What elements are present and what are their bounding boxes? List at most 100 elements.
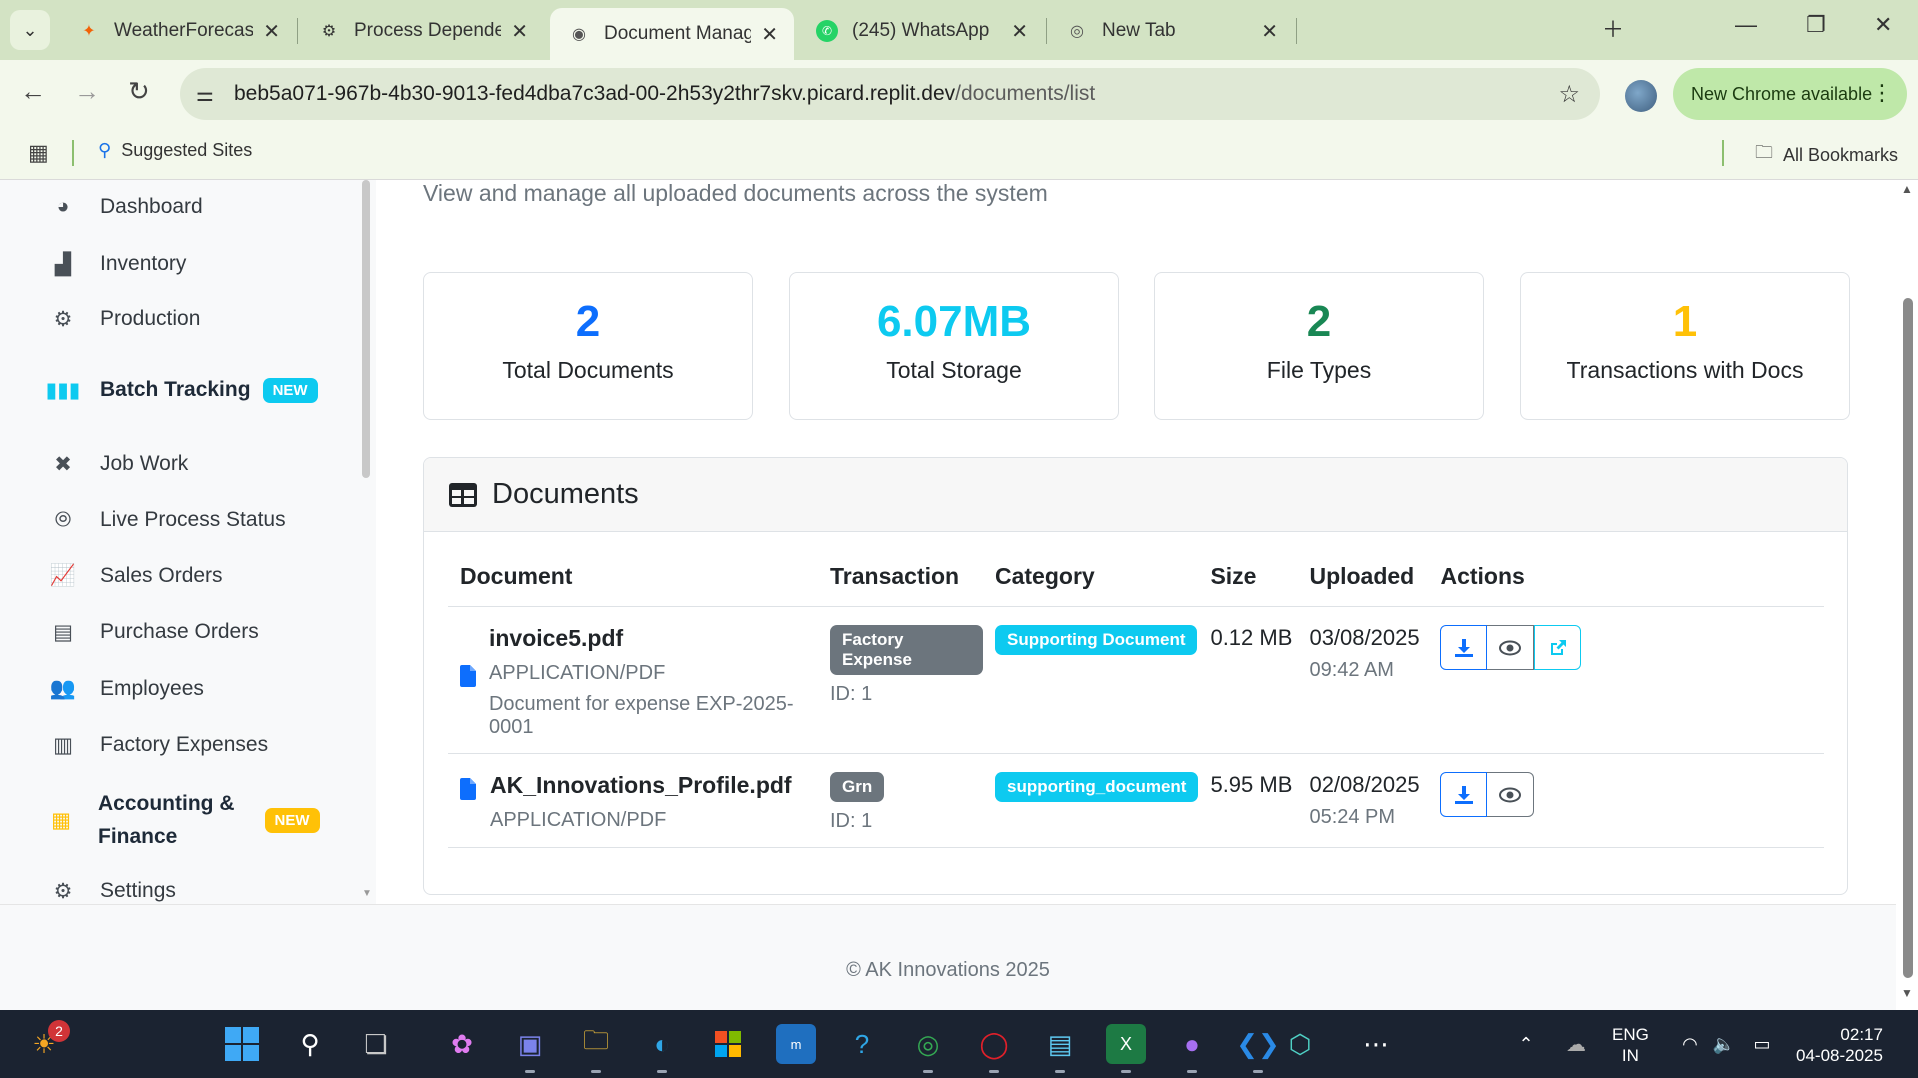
chrome-update-button[interactable]: New Chrome available ⋮: [1673, 68, 1907, 120]
tab-process-dependencies[interactable]: ⚙ Process Dependencies O ✕: [300, 8, 544, 54]
stat-card-file-types: 2 File Types: [1154, 272, 1484, 420]
close-icon[interactable]: ✕: [263, 19, 280, 44]
sidebar-item-label: Purchase Orders: [100, 620, 259, 643]
column-header[interactable]: Transaction: [818, 563, 983, 607]
github-icon[interactable]: ●: [1172, 1024, 1212, 1064]
task-view-icon[interactable]: ❏: [356, 1024, 396, 1064]
onedrive-icon[interactable]: ☁: [1556, 1024, 1596, 1064]
sidebar-scrollbar[interactable]: [362, 180, 370, 478]
sidebar-item-batch-tracking[interactable]: ▮▮▮ Batch Tracking NEW: [46, 377, 318, 403]
windows-start-icon[interactable]: [222, 1024, 262, 1064]
table-row: AK_Innovations_Profile.pdf APPLICATION/P…: [448, 753, 1824, 848]
address-bar[interactable]: ⚌ beb5a071-967b-4b30-9013-fed4dba7c3ad-0…: [180, 68, 1600, 120]
download-button[interactable]: [1440, 625, 1488, 670]
sidebar-item-accounting-finance[interactable]: ▦ Accounting & Finance NEW: [48, 787, 320, 853]
document-name[interactable]: invoice5.pdf: [489, 625, 818, 652]
clock[interactable]: 02:17 04-08-2025: [1796, 1024, 1883, 1066]
apps-grid-icon[interactable]: ▦: [28, 140, 49, 166]
chevron-up-icon[interactable]: ⌃: [1506, 1024, 1546, 1064]
sidebar-item-settings[interactable]: ⚙ Settings: [50, 878, 176, 904]
sidebar-item-inventory[interactable]: ▟ Inventory: [50, 251, 186, 277]
browser-tab-strip: ⌄ ✦ WeatherForecast - Replit ✕ ⚙ Process…: [0, 0, 1918, 60]
help-icon[interactable]: ?: [842, 1024, 882, 1064]
column-header[interactable]: Uploaded: [1297, 563, 1429, 607]
tab-divider: [1296, 18, 1297, 44]
tab-search-button[interactable]: ⌄: [10, 10, 50, 50]
sidebar-item-factory-expenses[interactable]: ▥ Factory Expenses: [50, 732, 268, 758]
document-name[interactable]: AK_Innovations_Profile.pdf: [490, 772, 792, 799]
minimize-button[interactable]: —: [1735, 12, 1757, 38]
scroll-down-arrow-icon[interactable]: ▼: [1901, 986, 1913, 1000]
sidebar-item-job-work[interactable]: ✖ Job Work: [50, 451, 188, 477]
sidebar-item-purchase-orders[interactable]: ▤ Purchase Orders: [50, 619, 259, 645]
close-icon[interactable]: ✕: [1261, 19, 1278, 44]
page-scrollbar[interactable]: ▲ ▼: [1896, 180, 1918, 1010]
sidebar-item-live-process-status[interactable]: ⦾ Live Process Status: [50, 507, 286, 533]
restore-button[interactable]: ❐: [1806, 12, 1826, 38]
column-header[interactable]: Category: [983, 563, 1199, 607]
sidebar-item-dashboard[interactable]: ◕ Dashboard: [50, 194, 203, 220]
stat-label: File Types: [1266, 357, 1372, 383]
search-icon[interactable]: ⚲: [290, 1024, 330, 1064]
edge-icon[interactable]: ◐: [642, 1024, 682, 1064]
tab-whatsapp[interactable]: ✆ (245) WhatsApp ✕: [798, 8, 1044, 54]
copilot-icon[interactable]: ✿: [442, 1024, 482, 1064]
file-explorer-icon[interactable]: 🗀: [576, 1024, 616, 1064]
forward-button[interactable]: →: [74, 76, 100, 107]
scroll-down-arrow-icon[interactable]: ▼: [362, 888, 372, 899]
download-icon: [1454, 638, 1473, 657]
chrome-icon[interactable]: ◎: [908, 1024, 948, 1064]
documents-card: Documents Document Transaction Category …: [423, 457, 1848, 895]
stat-value: 6.07MB: [876, 297, 1032, 346]
sidebar-item-sales-orders[interactable]: 📈 Sales Orders: [50, 563, 223, 589]
microsoft-store-icon[interactable]: [708, 1024, 748, 1064]
close-icon[interactable]: ✕: [511, 19, 528, 44]
excel-icon[interactable]: X: [1106, 1024, 1146, 1064]
battery-icon[interactable]: ▭: [1742, 1024, 1782, 1064]
sidebar-item-label: Dashboard: [100, 195, 203, 218]
vscode-icon[interactable]: ❮❯: [1236, 1024, 1280, 1064]
sidebar: ◕ Dashboard ▟ Inventory ⚙ Production ▮▮▮…: [0, 180, 376, 904]
kebab-menu-icon[interactable]: ⋮: [1871, 80, 1893, 106]
teams-icon[interactable]: ▣: [510, 1024, 550, 1064]
download-button[interactable]: [1440, 772, 1488, 817]
sidebar-item-employees[interactable]: 👥 Employees: [50, 676, 204, 702]
more-apps-icon[interactable]: ⋯: [1356, 1024, 1396, 1064]
myhp-icon[interactable]: m: [776, 1024, 816, 1064]
profile-avatar[interactable]: [1625, 80, 1657, 112]
bookmarks-divider: [1722, 140, 1724, 166]
all-bookmarks-button[interactable]: 🗀 All Bookmarks: [1755, 140, 1898, 170]
cursor-icon[interactable]: ⬡: [1280, 1024, 1320, 1064]
table-header-row: Document Transaction Category Size Uploa…: [448, 563, 1824, 607]
scrollbar-thumb[interactable]: [1903, 298, 1913, 978]
language-indicator[interactable]: ENG IN: [1612, 1024, 1649, 1066]
reload-button[interactable]: ↻: [128, 76, 150, 107]
column-header[interactable]: Size: [1198, 563, 1298, 607]
tab-title: (245) WhatsApp: [852, 20, 990, 41]
site-info-icon[interactable]: ⚌: [196, 82, 226, 107]
notepad-icon[interactable]: ▤: [1040, 1024, 1080, 1064]
close-window-button[interactable]: ✕: [1874, 12, 1892, 38]
stat-label: Transactions with Docs: [1566, 357, 1804, 383]
bookmark-suggested-sites[interactable]: ⚲ Suggested Sites: [98, 140, 252, 161]
view-button[interactable]: [1487, 772, 1535, 817]
view-button[interactable]: [1487, 625, 1535, 670]
scroll-up-arrow-icon[interactable]: ▲: [1901, 182, 1913, 196]
url-text: beb5a071-967b-4b30-9013-fed4dba7c3ad-00-…: [234, 82, 1095, 106]
close-icon[interactable]: ✕: [761, 22, 778, 47]
sidebar-item-production[interactable]: ⚙ Production: [50, 306, 201, 332]
back-button[interactable]: ←: [20, 76, 46, 107]
new-badge: NEW: [264, 807, 320, 833]
open-external-button[interactable]: [1534, 625, 1582, 670]
external-link-icon: [1550, 639, 1566, 655]
column-header[interactable]: Document: [448, 563, 818, 607]
tab-new-tab[interactable]: ◎ New Tab ✕: [1048, 8, 1294, 54]
volume-icon[interactable]: 🔈: [1704, 1024, 1744, 1064]
opera-icon[interactable]: ◯: [974, 1024, 1014, 1064]
tab-document-management[interactable]: ◉ Document Management ✕: [550, 8, 794, 60]
uploaded-cell: 03/08/2025 09:42 AM: [1297, 606, 1429, 754]
tab-weatherforecast[interactable]: ✦ WeatherForecast - Replit ✕: [60, 8, 296, 54]
close-icon[interactable]: ✕: [1011, 19, 1028, 44]
new-tab-button[interactable]: ＋: [1602, 12, 1624, 44]
bookmark-star-icon[interactable]: ☆: [1558, 80, 1580, 109]
